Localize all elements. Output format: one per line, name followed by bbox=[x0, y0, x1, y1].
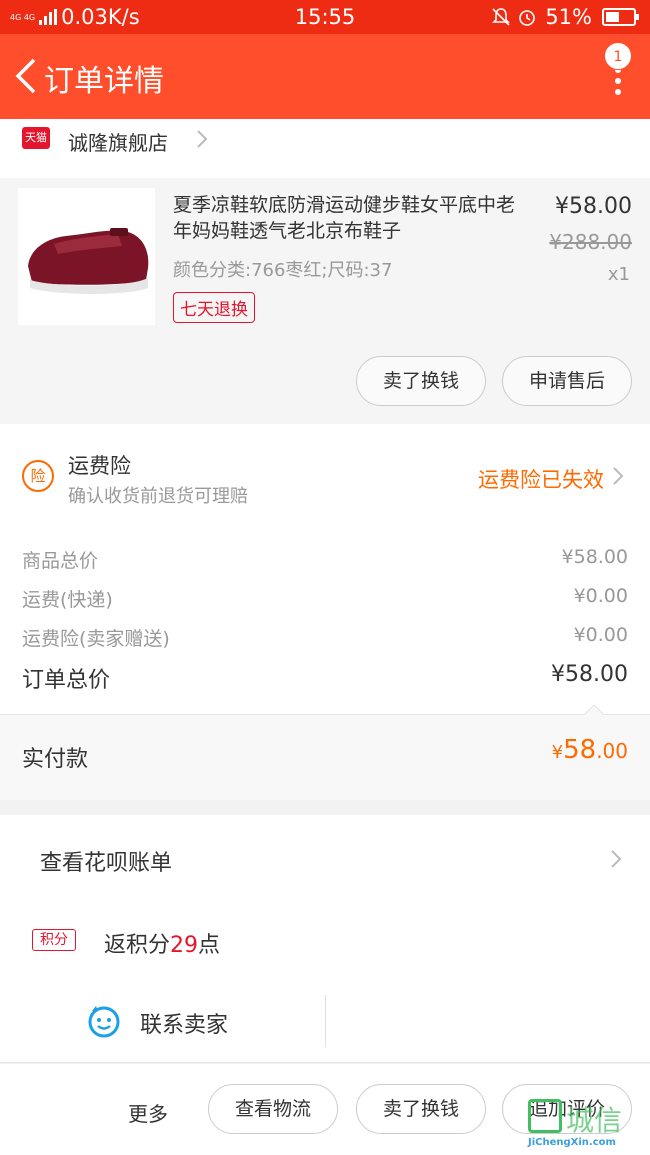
product-spec: 颜色分类:766枣红;尺码:37 bbox=[173, 260, 393, 281]
alarm-icon bbox=[519, 10, 536, 26]
shop-row[interactable]: 天猫 诚隆旗舰店 bbox=[0, 119, 650, 178]
watermark-logo-icon bbox=[528, 1099, 562, 1133]
huabei-bill-row[interactable]: 查看花呗账单 bbox=[0, 815, 650, 903]
product-price: ¥58.00 bbox=[555, 194, 632, 219]
watermark: 城信 JiChengXin.com bbox=[528, 1099, 646, 1151]
page-title: 订单详情 bbox=[44, 64, 164, 99]
insurance-status: 运费险已失效 bbox=[478, 468, 604, 492]
order-total-row: 订单总价 ¥58.00 bbox=[22, 662, 628, 693]
summary-row: 运费险(卖家赠送) ¥0.00 bbox=[22, 624, 628, 654]
more-button[interactable]: 更多 bbox=[128, 1098, 168, 1127]
chevron-right-icon bbox=[613, 467, 624, 485]
points-prefix: 返积分 bbox=[104, 933, 171, 958]
insurance-subtitle: 确认收货前退货可理赔 bbox=[68, 486, 248, 507]
sell-resell-button-bottom[interactable]: 卖了换钱 bbox=[356, 1084, 486, 1134]
sell-resell-button[interactable]: 卖了换钱 bbox=[356, 356, 486, 406]
summary-value: ¥58.00 bbox=[561, 546, 628, 568]
insurance-icon: 险 bbox=[22, 460, 54, 492]
product-quantity: x1 bbox=[607, 264, 630, 285]
status-right: 51% bbox=[491, 5, 639, 29]
view-logistics-button[interactable]: 查看物流 bbox=[208, 1084, 338, 1134]
price-summary: 商品总价 ¥58.00 运费(快递) ¥0.00 运费险(卖家赠送) ¥0.00… bbox=[0, 532, 650, 714]
return-policy-tag: 七天退换 bbox=[173, 292, 255, 323]
divider bbox=[325, 995, 326, 1047]
summary-value: ¥0.00 bbox=[573, 624, 628, 646]
product-title[interactable]: 夏季凉鞋软底防滑运动健步鞋女平底中老年妈妈鞋透气老北京布鞋子 bbox=[173, 192, 523, 244]
summary-label: 运费险(卖家赠送) bbox=[22, 628, 170, 650]
huabei-bill-label: 查看花呗账单 bbox=[40, 851, 173, 876]
chevron-right-icon bbox=[611, 850, 622, 868]
after-sales-button[interactable]: 申请售后 bbox=[502, 356, 632, 406]
summary-label: 商品总价 bbox=[22, 550, 99, 572]
product-original-price: ¥288.00 bbox=[549, 230, 632, 254]
order-total-value: ¥58.00 bbox=[551, 662, 628, 687]
watermark-cn: 城信 bbox=[566, 1104, 623, 1137]
points-suffix: 点 bbox=[198, 933, 221, 958]
order-total-label: 订单总价 bbox=[22, 668, 111, 693]
order-item[interactable]: 夏季凉鞋软底防滑运动健步鞋女平底中老年妈妈鞋透气老北京布鞋子 颜色分类:766枣… bbox=[0, 178, 650, 424]
contact-seller-button[interactable]: 联系卖家 bbox=[0, 985, 325, 1063]
summary-value: ¥0.00 bbox=[573, 585, 628, 607]
summary-row: 运费(快递) ¥0.00 bbox=[22, 585, 628, 615]
caret-up-icon bbox=[584, 704, 604, 715]
amount-paid-label: 实付款 bbox=[22, 747, 89, 772]
header: 订单详情 1 bbox=[0, 34, 650, 119]
status-bar: 4G 4G 0.03K/s 15:55 51% bbox=[0, 0, 650, 34]
battery-percent: 51% bbox=[545, 5, 592, 29]
amount-integer: 58 bbox=[563, 735, 597, 765]
contact-bar: 联系卖家 bbox=[0, 985, 650, 1063]
points-badge: 积分 bbox=[32, 929, 76, 951]
back-arrow-icon[interactable] bbox=[12, 56, 40, 96]
chevron-right-icon bbox=[197, 130, 208, 148]
contact-seller-label: 联系卖家 bbox=[140, 1013, 229, 1038]
summary-label: 运费(快递) bbox=[22, 589, 113, 611]
watermark-en: JiChengXin.com bbox=[528, 1137, 616, 1148]
mute-bell-icon bbox=[492, 8, 511, 26]
battery-icon bbox=[602, 8, 639, 26]
notification-badge: 1 bbox=[604, 42, 632, 70]
points-value: 29 bbox=[170, 933, 199, 958]
points-text: 返积分29点 bbox=[104, 927, 220, 959]
battery-level bbox=[606, 12, 620, 22]
product-thumbnail[interactable] bbox=[18, 188, 155, 325]
summary-row: 商品总价 ¥58.00 bbox=[22, 546, 628, 576]
shop-name: 诚隆旗舰店 bbox=[68, 131, 168, 155]
chat-face-icon bbox=[88, 1006, 120, 1038]
amount-paid-value: ¥58.00 bbox=[552, 735, 628, 765]
currency-symbol: ¥ bbox=[551, 742, 564, 763]
shipping-insurance-row[interactable]: 险 运费险 确认收货前退货可理赔 运费险已失效 bbox=[0, 424, 650, 532]
insurance-title: 运费险 bbox=[68, 454, 131, 478]
amount-decimal: .00 bbox=[596, 739, 628, 763]
points-row: 积分 返积分29点 bbox=[0, 903, 650, 985]
amount-paid-row: 实付款 ¥58.00 bbox=[0, 704, 650, 800]
tmall-logo-icon: 天猫 bbox=[22, 127, 50, 149]
